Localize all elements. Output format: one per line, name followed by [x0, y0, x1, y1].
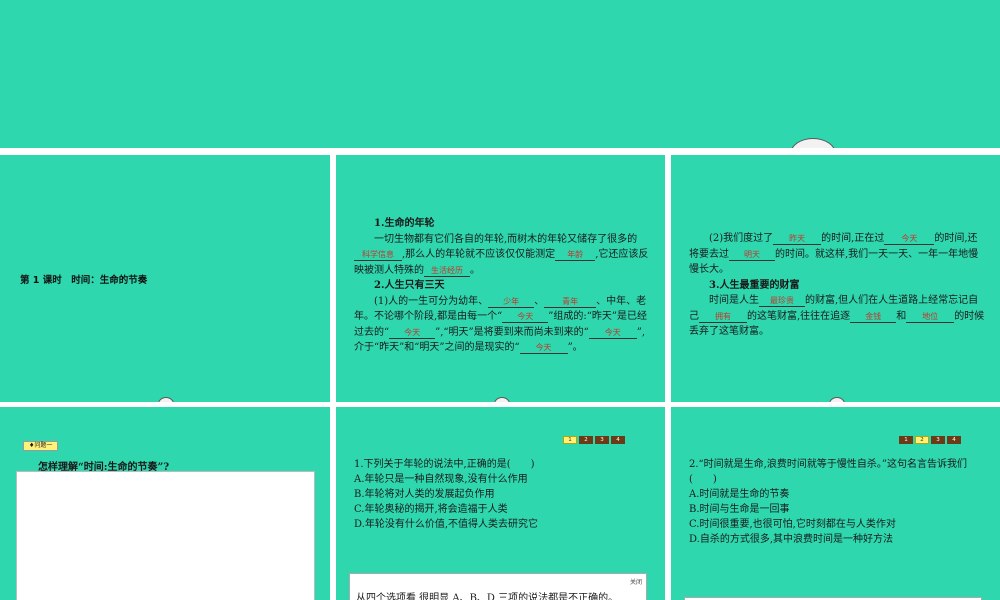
nav-button-3[interactable]: 3	[595, 436, 609, 444]
paragraph: (2)我们度过了 昨天 的时间,正在过 今天 的时间,还将要去过 明天 的时间。就这样,我们…	[689, 233, 979, 275]
slide-number-marker	[828, 397, 845, 402]
answer-popup: 关闭 从四个选项看,很明显 A、B、D 三项的说法都是不正确的。	[349, 573, 647, 600]
fill-blank: 年龄	[555, 249, 596, 261]
fill-blank: 青年	[544, 296, 597, 308]
option-c[interactable]: C.年轮奥秘的揭开,将会造福于人类	[354, 502, 650, 517]
nav-button-4[interactable]: 4	[947, 436, 961, 444]
fill-blank: 最珍贵	[759, 295, 805, 307]
slide-title[interactable]: 第 1 课时 时间：生命的节奏	[0, 155, 330, 402]
fill-blank: 今天	[884, 233, 935, 245]
nav-button-2[interactable]: 2	[915, 436, 929, 444]
slide-number-marker	[158, 397, 174, 402]
knowledge-text: 1.生命的年轮 一切生物都有它们各自的年轮,而树木的年轮又储存了很多的科学信息,…	[354, 216, 649, 356]
question-nav: 1 2 3 4	[899, 436, 961, 444]
lesson-title: 第 1 课时 时间：生命的节奏	[20, 275, 148, 286]
option-b[interactable]: B.年轮将对人类的发展起负作用	[354, 487, 650, 502]
fill-blank: 生活经历	[424, 265, 470, 277]
answer-explanation: 从四个选项看,很明显 A、B、D 三项的说法都是不正确的。	[356, 593, 619, 600]
option-c[interactable]: C.时间很重要,也很可怕,它时刻都在与人类作对	[689, 517, 985, 532]
paragraph: 时间是人生 最珍贵 的财富,但人们在人生道路上经常忘记自己 拥有 的这笔财富,往往在追逐…	[689, 295, 985, 337]
fill-blank: 昨天	[773, 233, 822, 245]
option-d[interactable]: D.年轮没有什么价值,不值得人类去研究它	[354, 517, 650, 532]
question-text: 1.下列关于年轮的说法中,正确的是( ) A.年轮只是一种自然现象,没有什么作用…	[354, 457, 650, 532]
slide-knowledge-1[interactable]: 1.生命的年轮 一切生物都有它们各自的年轮,而树木的年轮又储存了很多的科学信息,…	[336, 155, 665, 402]
slide-knowledge-2[interactable]: (2)我们度过了 昨天 的时间,正在过 今天 的时间,还将要去过 明天 的时间。就这样,我们…	[671, 155, 1000, 402]
fill-blank: 今天	[588, 327, 637, 339]
section-heading: 3.人生最重要的财富	[709, 279, 800, 291]
fill-blank: 拥有	[699, 311, 747, 323]
nav-button-2[interactable]: 2	[579, 436, 593, 444]
option-d[interactable]: D.自杀的方式很多,其中浪费时间是一种好方法	[689, 532, 985, 547]
slide-exercise-1[interactable]: 1 2 3 4 1.下列关于年轮的说法中,正确的是( ) A.年轮只是一种自然现…	[336, 407, 665, 600]
nav-button-1[interactable]: 1	[563, 436, 577, 444]
question-text: 2.“时间就是生命,浪费时间就等于慢性自杀。”这句名言告诉我们( ) A.时间就…	[689, 457, 985, 547]
option-b[interactable]: B.时间与生命是一回事	[689, 502, 985, 517]
nav-button-3[interactable]: 3	[931, 436, 945, 444]
fill-blank: 今天	[519, 342, 568, 354]
slide-question-one[interactable]: ♦问题一 怎样理解“时间:生命的节奏”?	[0, 407, 330, 600]
close-button[interactable]: 关闭	[630, 577, 642, 586]
slide-exercise-2[interactable]: 1 2 3 4 2.“时间就是生命,浪费时间就等于慢性自杀。”这句名言告诉我们(…	[671, 407, 1000, 600]
answer-panel	[16, 471, 315, 600]
slide-number-marker	[790, 138, 836, 148]
option-a[interactable]: A.时间就是生命的节奏	[689, 487, 985, 502]
slide-top	[0, 0, 1000, 148]
option-a[interactable]: A.年轮只是一种自然现象,没有什么作用	[354, 472, 650, 487]
fill-blank: 金钱	[850, 311, 897, 323]
nav-button-4[interactable]: 4	[611, 436, 625, 444]
fill-blank: 科学信息	[354, 249, 402, 261]
question-badge: ♦问题一	[23, 441, 59, 451]
fill-blank: 少年	[488, 296, 535, 308]
paragraph: 一切生物都有它们各自的年轮,而树木的年轮又储存了很多的科学信息 ,那么人的年轮就不…	[354, 233, 649, 277]
fill-blank: 今天	[389, 327, 436, 339]
knowledge-text: (2)我们度过了 昨天 的时间,正在过 今天 的时间,还将要去过 明天 的时间。就这样,我们…	[689, 231, 985, 340]
paragraph: (1)人的一生可分为幼年、 少年、青年 、中年、老年。不论哪个阶段,都是由每一个“ 今…	[354, 295, 648, 354]
slide-number-marker	[493, 397, 510, 402]
fill-blank: 地位	[906, 311, 955, 323]
section-heading: 2.人生只有三天	[374, 280, 445, 291]
question-stem: 2.“时间就是生命,浪费时间就等于慢性自杀。”这句名言告诉我们( )	[689, 459, 967, 485]
fill-blank: 明天	[729, 249, 775, 261]
nav-button-1[interactable]: 1	[899, 436, 913, 444]
section-heading: 1.生命的年轮	[374, 218, 435, 229]
question-stem: 1.下列关于年轮的说法中,正确的是( )	[354, 459, 535, 470]
fill-blank: 今天	[502, 311, 549, 323]
question-nav: 1 2 3 4	[563, 436, 625, 444]
